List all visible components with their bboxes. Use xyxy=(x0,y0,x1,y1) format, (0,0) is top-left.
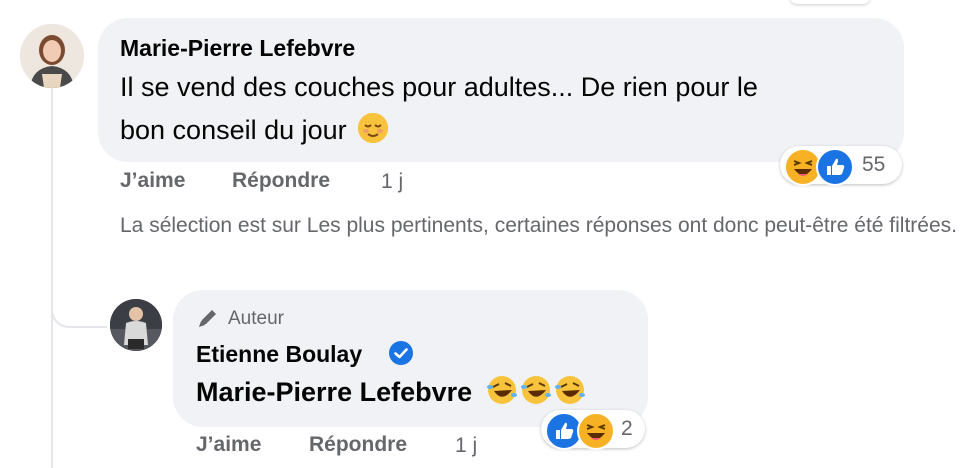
comment-text-line2: bon conseil du jour xyxy=(120,115,347,145)
reply-reply-button[interactable]: Répondre xyxy=(309,433,407,457)
reply-author[interactable]: Etienne Boulay xyxy=(196,341,362,368)
thread-branch xyxy=(51,296,107,328)
rolling-laughing-emoji xyxy=(554,375,588,405)
reply-timestamp[interactable]: 1 j xyxy=(455,434,477,458)
comment-text-line1: Il se vend des couches pour adultes... D… xyxy=(120,72,758,102)
reply-button[interactable]: Répondre xyxy=(232,169,330,193)
previous-reaction-fragment xyxy=(790,0,870,4)
reaction-count: 55 xyxy=(862,153,886,176)
reply-reactions[interactable]: 2 xyxy=(541,410,645,450)
thread-line xyxy=(51,86,53,326)
like-button[interactable]: J’aime xyxy=(120,169,185,193)
like-icon xyxy=(816,148,854,186)
rolling-laughing-emoji xyxy=(520,375,554,405)
rolling-laughing-emoji xyxy=(486,375,520,405)
verified-badge-icon xyxy=(388,340,414,366)
haha-icon xyxy=(577,412,615,450)
timestamp[interactable]: 1 j xyxy=(381,170,403,194)
author-badge-label: Auteur xyxy=(228,308,284,329)
reply-avatar[interactable] xyxy=(110,299,162,351)
reply-like-button[interactable]: J’aime xyxy=(196,433,261,457)
comment-reactions[interactable]: 55 xyxy=(780,146,902,186)
avatar[interactable] xyxy=(20,24,84,88)
mentioned-user[interactable]: Marie-Pierre Lefebvre xyxy=(196,377,472,407)
thread-line-lower xyxy=(51,326,53,468)
pencil-icon xyxy=(196,306,220,330)
relieved-face-emoji xyxy=(358,113,389,143)
comment-text: Il se vend des couches pour adultes... D… xyxy=(120,66,758,152)
reaction-count: 2 xyxy=(621,417,633,440)
comment-author[interactable]: Marie-Pierre Lefebvre xyxy=(120,35,355,62)
filter-notice: La sélection est sur Les plus pertinents… xyxy=(120,214,957,237)
previous-actions-fragment xyxy=(118,0,408,2)
reply-text: Marie-Pierre Lefebvre xyxy=(196,372,588,412)
